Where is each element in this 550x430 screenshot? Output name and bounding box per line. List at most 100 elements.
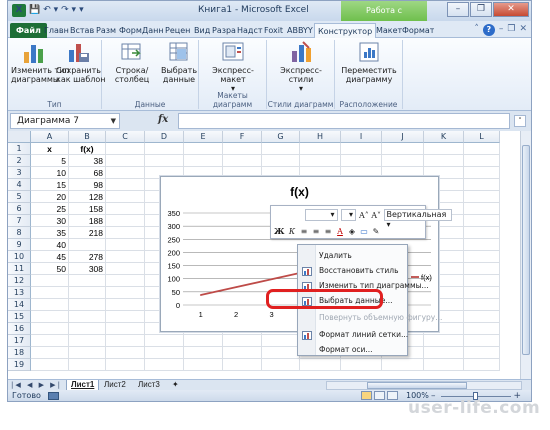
tab-page-layout[interactable]: Разм (96, 23, 116, 38)
macro-record-icon[interactable] (48, 392, 59, 400)
row-header-1[interactable]: 1 (8, 143, 31, 155)
horizontal-scrollbar[interactable] (326, 381, 522, 390)
cell-C18[interactable] (106, 347, 145, 359)
cell-D18[interactable] (145, 347, 184, 359)
cell-D1[interactable] (145, 143, 184, 155)
font-color-icon[interactable]: A (336, 226, 345, 237)
tab-home[interactable]: Главн (44, 23, 69, 38)
cell-A14[interactable] (31, 299, 69, 311)
help-icon[interactable]: ? (482, 24, 495, 36)
cell-D17[interactable] (145, 335, 184, 347)
cell-L9[interactable] (464, 239, 500, 251)
redo-icon[interactable]: ↷ ▾ (61, 4, 76, 17)
tab-abbyy[interactable]: ABBYY (287, 23, 313, 38)
cell-B15[interactable] (69, 311, 106, 323)
tab-developer[interactable]: Разра (212, 23, 236, 38)
select-all-corner[interactable] (8, 131, 31, 143)
cell-C14[interactable] (106, 299, 145, 311)
cell-L6[interactable] (464, 203, 500, 215)
context-menu-item-0[interactable]: Удалить (298, 248, 407, 263)
cell-C13[interactable] (106, 287, 145, 299)
column-header-I[interactable]: I (341, 131, 382, 143)
column-header-G[interactable]: G (262, 131, 300, 143)
minimize-button[interactable]: – (447, 2, 469, 17)
cell-A17[interactable] (31, 335, 69, 347)
row-header-16[interactable]: 16 (8, 323, 31, 335)
cell-D2[interactable] (145, 155, 184, 167)
switch-row-column-button[interactable]: Строка/столбец (104, 40, 160, 84)
cell-K19[interactable] (424, 359, 464, 371)
cell-C11[interactable] (106, 263, 145, 275)
cell-K1[interactable] (424, 143, 464, 155)
cell-C9[interactable] (106, 239, 145, 251)
normal-view-icon[interactable] (361, 391, 372, 400)
tab-view[interactable]: Вид (194, 23, 210, 38)
cell-C12[interactable] (106, 275, 145, 287)
cell-G17[interactable] (262, 335, 300, 347)
cell-F19[interactable] (223, 359, 262, 371)
doc-minimize-icon[interactable]: – (499, 24, 504, 36)
cell-E17[interactable] (184, 335, 223, 347)
cell-D19[interactable] (145, 359, 184, 371)
cell-C6[interactable] (106, 203, 145, 215)
cell-H19[interactable] (300, 359, 341, 371)
tab-foxit[interactable]: Foxit (264, 23, 283, 38)
context-menu-item-1[interactable]: Восстановить стиль (298, 263, 407, 278)
cell-G18[interactable] (262, 347, 300, 359)
row-header-19[interactable]: 19 (8, 359, 31, 371)
cell-A7[interactable]: 30 (31, 215, 69, 227)
insert-function-icon[interactable]: fx (158, 114, 168, 125)
data-point[interactable] (235, 286, 237, 288)
cell-A15[interactable] (31, 311, 69, 323)
row-header-14[interactable]: 14 (8, 299, 31, 311)
shrink-font-icon[interactable]: A˅ (371, 210, 381, 221)
cell-A9[interactable]: 40 (31, 239, 69, 251)
cell-C15[interactable] (106, 311, 145, 323)
cell-A11[interactable]: 50 (31, 263, 69, 275)
cell-L4[interactable] (464, 179, 500, 191)
cell-B13[interactable] (69, 287, 106, 299)
row-header-17[interactable]: 17 (8, 335, 31, 347)
row-header-3[interactable]: 3 (8, 167, 31, 179)
cell-B19[interactable] (69, 359, 106, 371)
page-layout-view-icon[interactable] (374, 391, 385, 400)
row-header-2[interactable]: 2 (8, 155, 31, 167)
cell-E18[interactable] (184, 347, 223, 359)
cell-A10[interactable]: 45 (31, 251, 69, 263)
cell-C19[interactable] (106, 359, 145, 371)
cell-J2[interactable] (382, 155, 424, 167)
tab-data[interactable]: Данн (142, 23, 164, 38)
row-header-18[interactable]: 18 (8, 347, 31, 359)
cell-L14[interactable] (464, 299, 500, 311)
tab-formulas[interactable]: Форм (119, 23, 142, 38)
cell-H1[interactable] (300, 143, 341, 155)
font-size-dropdown[interactable]: ▾ (340, 209, 356, 221)
cell-A2[interactable]: 5 (31, 155, 69, 167)
cell-A4[interactable]: 15 (31, 179, 69, 191)
column-header-J[interactable]: J (382, 131, 424, 143)
row-header-7[interactable]: 7 (8, 215, 31, 227)
cell-H2[interactable] (300, 155, 341, 167)
context-menu-item-6[interactable]: Формат оси... (298, 342, 407, 357)
formula-input[interactable] (178, 113, 510, 129)
save-as-template-button[interactable]: Сохранить как шаблон (56, 40, 106, 84)
row-header-9[interactable]: 9 (8, 239, 31, 251)
cell-I19[interactable] (341, 359, 382, 371)
align-left-icon[interactable]: ≡ (300, 226, 309, 237)
cell-L18[interactable] (464, 347, 500, 359)
cell-L11[interactable] (464, 263, 500, 275)
cell-L16[interactable] (464, 323, 500, 335)
context-menu-item-5[interactable]: Формат линий сетки... (298, 327, 408, 342)
italic-button[interactable]: К (288, 226, 297, 237)
cell-A12[interactable] (31, 275, 69, 287)
bold-button[interactable]: Ж (274, 226, 285, 237)
cell-K2[interactable] (424, 155, 464, 167)
select-data-ribbon-button[interactable]: Выбрать данные (160, 40, 198, 84)
cell-F18[interactable] (223, 347, 262, 359)
tab-review[interactable]: Рецен (165, 23, 190, 38)
cell-B18[interactable] (69, 347, 106, 359)
customize-qat-icon[interactable]: ▾ (79, 4, 84, 17)
data-point[interactable] (199, 294, 202, 296)
cell-B17[interactable] (69, 335, 106, 347)
row-header-13[interactable]: 13 (8, 287, 31, 299)
